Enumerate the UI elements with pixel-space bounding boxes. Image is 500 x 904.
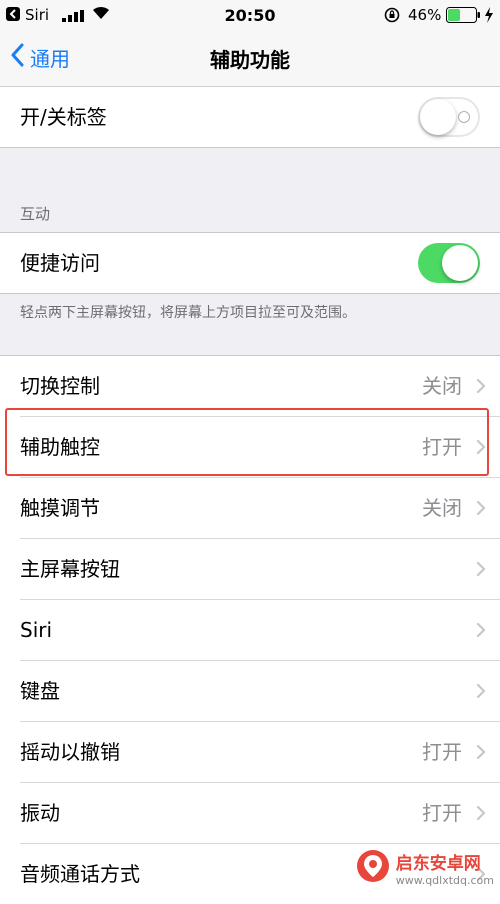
off-indicator-icon — [458, 111, 470, 123]
list-item-label: 键盘 — [20, 679, 60, 703]
watermark-logo-icon — [356, 849, 390, 887]
list-item-label: Siri — [20, 618, 53, 642]
chevron-right-icon — [476, 500, 486, 520]
navigation-bar: 通用 辅助功能 — [0, 30, 500, 87]
on-off-labels-row: 开/关标签 — [20, 87, 500, 147]
list-item-value: 关闭 — [422, 496, 462, 520]
highlight-box — [5, 408, 489, 476]
list-item[interactable]: Siri — [20, 600, 500, 661]
watermark-title: 启东安卓网 — [395, 854, 481, 874]
list-item-label: 切换控制 — [20, 374, 100, 398]
list-item[interactable]: 键盘 — [20, 661, 500, 722]
labels-group: 开/关标签 — [0, 87, 500, 148]
list-item-label: 触摸调节 — [20, 496, 100, 520]
chevron-right-icon — [476, 683, 486, 703]
list-item[interactable]: 触摸调节 关闭 — [20, 478, 500, 539]
list-item-value: 打开 — [422, 801, 462, 825]
list-item[interactable]: 主屏幕按钮 — [20, 539, 500, 600]
reachability-row: 便捷访问 — [20, 233, 500, 293]
on-off-labels-label: 开/关标签 — [20, 105, 107, 129]
on-off-labels-switch[interactable] — [418, 97, 480, 137]
orientation-lock-icon — [384, 7, 400, 27]
list-item-value: 关闭 — [422, 374, 462, 398]
watermark: 启东安卓网 www.qdlxtdq.com — [356, 849, 494, 887]
page-title: 辅助功能 — [210, 48, 290, 72]
reachability-label: 便捷访问 — [20, 251, 100, 275]
list-item-label: 主屏幕按钮 — [20, 557, 120, 581]
reachability-footnote: 轻点两下主屏幕按钮，将屏幕上方项目拉至可及范围。 — [20, 305, 356, 321]
chevron-right-icon — [476, 378, 486, 398]
chevron-right-icon — [476, 561, 486, 581]
chevron-right-icon — [476, 622, 486, 642]
battery-icon — [446, 7, 482, 27]
list-item-label: 振动 — [20, 801, 60, 825]
list-item-label: 摇动以撤销 — [20, 740, 120, 764]
list-item-label: 音频通话方式 — [20, 862, 140, 886]
reachability-switch[interactable] — [418, 243, 480, 283]
list-item[interactable]: 摇动以撤销 打开 — [20, 722, 500, 783]
chevron-right-icon — [476, 744, 486, 764]
switch-knob — [420, 99, 456, 135]
interaction-group: 便捷访问 — [0, 232, 500, 294]
interaction-section-header: 互动 — [20, 205, 51, 223]
switch-knob — [442, 245, 478, 281]
status-bar: Siri 20:50 46% — [0, 0, 500, 30]
list-item[interactable]: 振动 打开 — [20, 783, 500, 844]
list-item-value: 打开 — [422, 740, 462, 764]
chevron-right-icon — [476, 805, 486, 825]
watermark-url: www.qdlxtdq.com — [395, 874, 494, 887]
charging-icon — [484, 7, 494, 27]
battery-percent: 46% — [408, 6, 442, 24]
